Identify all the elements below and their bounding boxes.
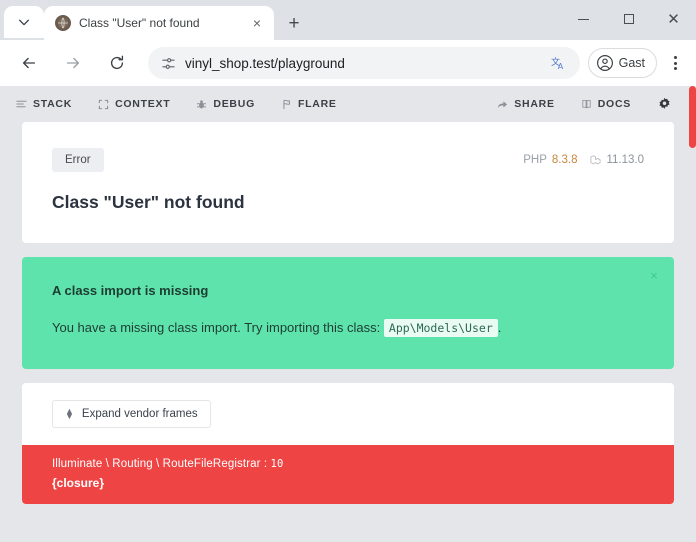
translate-icon[interactable]: 文 A [550,54,570,72]
reload-icon [110,55,124,70]
php-label: PHP [523,154,547,166]
page-content: Error PHP 8.3.8 11.13.0 Class "User" not… [0,122,696,542]
nav-item-label: Stack [33,98,73,110]
stack-frame-line: 10 [270,458,284,470]
share-arrow-icon [497,99,508,110]
solution-text-before: You have a missing class import. Try imp… [52,320,381,335]
window-maximize-button[interactable] [606,0,651,38]
stack-frame-separator: : [260,458,271,470]
expand-vendor-frames-label: Expand vendor frames [81,408,198,420]
flare-flag-icon [281,99,292,110]
solution-class-code[interactable]: App\Models\User [383,319,498,337]
back-button[interactable] [13,47,45,79]
ignition-nav-right: Share Docs [497,97,680,112]
expand-vendor-frames-button[interactable]: ▲ ▼ Expand vendor frames [52,400,211,428]
stack-frame-path: Illuminate \ Routing \ RouteFileRegistra… [52,458,644,470]
browser-window: Class "User" not found × + ✕ vinyl_shop.… [0,0,696,542]
solution-description: You have a missing class import. Try imp… [52,319,644,337]
solution-close-button[interactable]: × [647,268,661,282]
php-version-meta: PHP 8.3.8 [523,154,577,166]
nav-item-share[interactable]: Share [497,98,554,110]
nav-item-label: Context [115,98,171,110]
window-minimize-button[interactable] [561,0,606,38]
chevron-down-icon [18,19,30,26]
gear-icon[interactable] [657,97,672,112]
tab-search-button[interactable] [4,6,44,38]
tab-strip: Class "User" not found × + ✕ [0,0,696,40]
browser-tab[interactable]: Class "User" not found × [44,6,274,40]
ignition-nav-left: Stack Context [16,98,337,110]
close-icon: ✕ [667,10,680,28]
page-viewport: Stack Context [0,86,696,542]
nav-item-label: Docs [597,98,631,110]
new-tab-button[interactable]: + [280,9,308,37]
nav-item-stack[interactable]: Stack [16,98,72,110]
stack-trace-toolbar: ▲ ▼ Expand vendor frames [22,383,674,445]
tab-title: Class "User" not found [79,16,200,30]
stack-frame-class: Illuminate \ Routing \ RouteFileRegistra… [52,458,261,470]
arrow-left-icon [22,57,36,69]
page-title: Class "User" not found [52,192,245,212]
profile-name: Gast [618,56,645,70]
nav-item-label: Debug [213,98,255,110]
framework-version-meta: 11.13.0 [590,154,644,166]
minimize-icon [578,18,589,20]
browser-toolbar: vinyl_shop.test/playground 文 A Gast [0,40,696,86]
solution-text-after: . [497,320,502,335]
kebab-dot [673,56,677,59]
reload-button[interactable] [101,47,133,79]
environment-meta: PHP 8.3.8 11.13.0 [523,148,644,166]
brackets-icon [98,99,109,110]
laravel-icon [590,154,601,166]
solution-title: A class import is missing [52,283,209,298]
status-badge: Error [52,148,104,172]
nav-item-flare[interactable]: Flare [281,98,337,110]
window-close-button[interactable]: ✕ [651,0,696,38]
stack-frame-function: {closure} [52,476,105,490]
arrow-right-icon [66,57,80,69]
up-down-chevrons-icon: ▲ ▼ [65,406,74,421]
profile-button[interactable]: Gast [587,48,657,78]
avatar-icon [596,54,614,72]
maximize-icon [623,14,634,24]
docs-book-icon [581,99,592,110]
forward-button[interactable] [57,47,89,79]
url-text[interactable]: vinyl_shop.test/playground [185,56,541,71]
ignition-navbar: Stack Context [0,86,696,122]
globe-icon [55,15,71,31]
error-card-header: Error PHP 8.3.8 11.13.0 [52,148,644,172]
nav-item-label: Flare [297,98,337,110]
window-controls: ✕ [561,0,696,38]
kebab-dot [673,67,677,70]
stack-lines-icon [16,99,27,110]
nav-item-context[interactable]: Context [98,98,170,110]
nav-item-debug[interactable]: Debug [196,98,255,110]
stack-frame[interactable]: Illuminate \ Routing \ RouteFileRegistra… [22,445,674,504]
nav-item-docs[interactable]: Docs [581,98,631,110]
framework-version: 11.13.0 [606,154,644,166]
tab-close-button[interactable]: × [248,14,266,32]
solution-panel: × A class import is missing You have a m… [22,257,674,369]
nav-item-label: Share [514,98,555,110]
bug-icon [196,99,207,110]
page-scrollbar-thumb[interactable] [689,86,696,148]
address-bar[interactable]: vinyl_shop.test/playground 文 A [148,47,580,79]
php-version: 8.3.8 [551,154,578,166]
stack-trace-card: ▲ ▼ Expand vendor frames Illuminate \ Rou… [22,383,674,504]
page-scrollbar-track[interactable] [687,86,696,542]
browser-menu-button[interactable] [662,48,688,78]
error-card: Error PHP 8.3.8 11.13.0 Class "User" not… [22,122,674,243]
kebab-dot [673,61,677,65]
site-settings-icon[interactable] [160,55,176,71]
svg-text:A: A [557,62,563,71]
